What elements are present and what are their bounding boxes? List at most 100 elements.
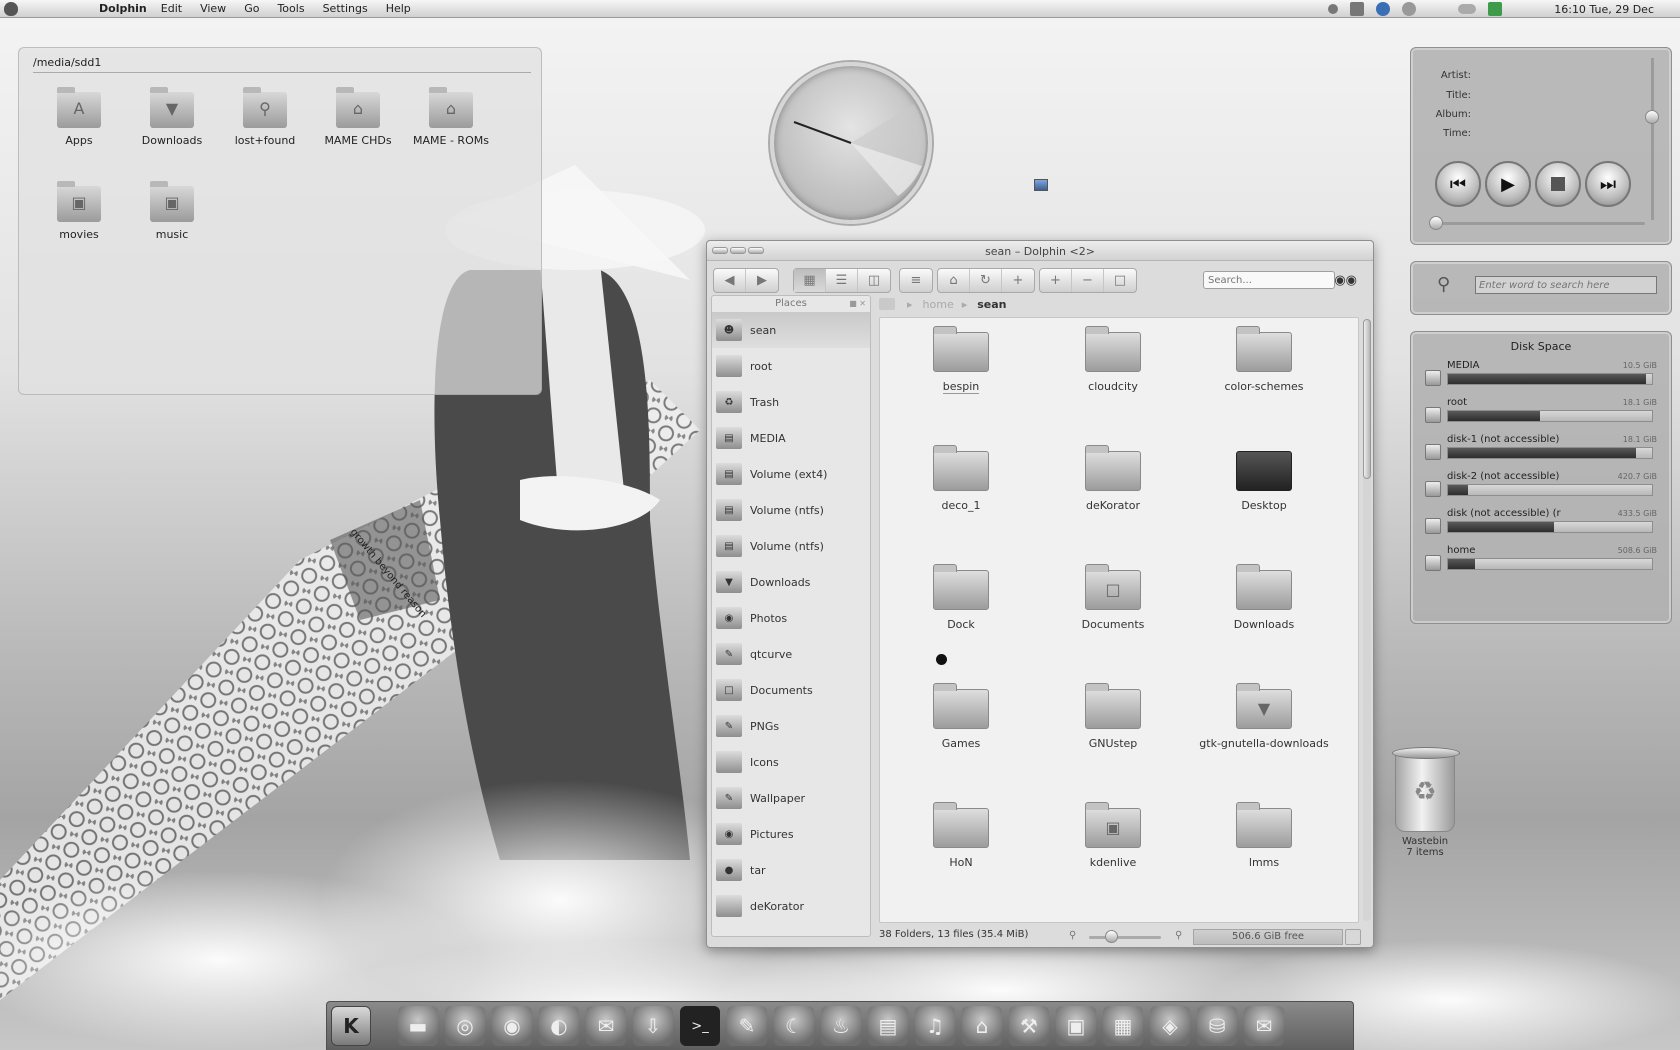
file-item[interactable]: Desktop — [1194, 451, 1334, 512]
volume-slider-handle[interactable] — [1645, 110, 1659, 124]
details-view-button[interactable]: ☰ — [826, 269, 858, 292]
apple-menu-icon[interactable] — [4, 1, 18, 16]
breadcrumb-current[interactable]: sean — [977, 298, 1006, 311]
cloud-icon[interactable] — [1458, 4, 1477, 14]
back-arrow-icon[interactable] — [1328, 4, 1339, 14]
file-item[interactable]: color-schemes — [1194, 326, 1334, 393]
file-item[interactable]: Dock — [891, 564, 1031, 631]
preview-button[interactable]: □ — [1104, 269, 1136, 292]
place-item-wallpaper[interactable]: ✎ Wallpaper — [712, 780, 870, 816]
zoom-out-icon[interactable]: ⚲ — [1069, 930, 1076, 941]
volume-icon[interactable] — [1350, 2, 1365, 16]
icons-view-button[interactable]: ▦ — [794, 269, 826, 292]
disk-row[interactable]: disk-2 (not accessible) 420.7 GiB — [1425, 471, 1657, 499]
volume-slider[interactable] — [1651, 58, 1654, 220]
audio-doc-icon[interactable]: ♫ — [915, 1006, 955, 1046]
file-item[interactable]: deco_1 — [891, 445, 1031, 512]
home-button[interactable]: ⌂ — [938, 269, 970, 292]
folder-item-movies[interactable]: ▣ movies — [36, 181, 122, 241]
play-button[interactable]: ▶ — [1485, 161, 1531, 207]
place-item-media[interactable]: ▤ MEDIA — [712, 420, 870, 456]
stop-button[interactable] — [1535, 161, 1581, 207]
file-item[interactable]: Downloads — [1194, 564, 1334, 631]
folder-item-downloads[interactable]: ▼ Downloads — [129, 87, 215, 147]
place-item-volume-ext4[interactable]: ▤ Volume (ext4) — [712, 456, 870, 492]
file-item[interactable]: bespin — [891, 326, 1031, 394]
back-button[interactable]: ◀ — [714, 269, 746, 292]
disk-row[interactable]: disk-1 (not accessible) 18.1 GiB — [1425, 434, 1657, 462]
file-item[interactable]: deKorator — [1043, 445, 1183, 512]
panel-controls-icon[interactable]: ■ ✕ — [849, 299, 866, 308]
place-item-sean[interactable]: ☻ sean — [712, 312, 870, 348]
terminal-icon[interactable]: >_ — [680, 1006, 720, 1046]
breadcrumb-home[interactable]: home — [923, 298, 954, 311]
menu-help[interactable]: Help — [386, 2, 411, 15]
binoculars-icon[interactable]: ◉◉ — [1334, 273, 1357, 288]
forward-button[interactable]: ▶ — [746, 269, 778, 292]
nvidia-icon[interactable]: ◈ — [1150, 1006, 1190, 1046]
place-item-dekorator[interactable]: deKorator — [712, 888, 870, 924]
folder-item-mame-roms[interactable]: ⌂ MAME - ROMs — [408, 87, 494, 147]
status-end-button[interactable] — [1345, 929, 1361, 945]
network-globe-icon[interactable] — [1376, 2, 1391, 16]
globe-icon[interactable]: ◐ — [539, 1006, 579, 1046]
image-icon[interactable] — [1034, 179, 1048, 191]
place-item-documents[interactable]: □ Documents — [712, 672, 870, 708]
clock-text[interactable]: 16:10 Tue, 29 Dec — [1554, 3, 1654, 16]
columns-view-button[interactable]: ◫ — [858, 269, 890, 292]
folder-item-music[interactable]: ▣ music — [129, 181, 215, 241]
zoom-out-button[interactable]: − — [1072, 269, 1104, 292]
screen-icon[interactable]: ▬ — [398, 1006, 438, 1046]
title-bar[interactable]: sean – Dolphin <2> — [707, 241, 1373, 261]
place-item-pictures[interactable]: ◉ Pictures — [712, 816, 870, 852]
folder-item-lost-found[interactable]: ⚲ lost+found — [222, 87, 308, 147]
place-item-icons[interactable]: Icons — [712, 744, 870, 780]
dictionary-input[interactable] — [1475, 276, 1657, 294]
disk-row[interactable]: MEDIA 10.5 GiB — [1425, 360, 1657, 388]
place-item-photos[interactable]: ◉ Photos — [712, 600, 870, 636]
search-input[interactable] — [1203, 271, 1335, 289]
zoom-in-icon[interactable]: ⚲ — [1175, 930, 1182, 941]
menu-app-name[interactable]: Dolphin — [99, 2, 147, 15]
next-button[interactable]: ⏭ — [1585, 161, 1631, 207]
chrome-icon[interactable]: ◎ — [445, 1006, 485, 1046]
menu-go[interactable]: Go — [244, 2, 259, 15]
place-item-volume-ntfs-2[interactable]: ▤ Volume (ntfs) — [712, 528, 870, 564]
menu-settings[interactable]: Settings — [323, 2, 368, 15]
reload-button[interactable]: ↻ — [970, 269, 1002, 292]
monitor-icon[interactable]: ▣ — [1056, 1006, 1096, 1046]
archive-icon[interactable]: ▤ — [868, 1006, 908, 1046]
file-item[interactable]: □ Documents — [1043, 564, 1183, 631]
place-item-root[interactable]: root — [712, 348, 870, 384]
place-item-pngs[interactable]: ✎ PNGs — [712, 708, 870, 744]
file-item[interactable]: GNUstep — [1043, 683, 1183, 750]
file-item[interactable]: HoN — [891, 802, 1031, 869]
menu-edit[interactable]: Edit — [161, 2, 182, 15]
battery-icon[interactable] — [1488, 2, 1503, 16]
colosseum-icon[interactable]: ⌂ — [962, 1006, 1002, 1046]
place-item-volume-ntfs[interactable]: ▤ Volume (ntfs) — [712, 492, 870, 528]
file-item[interactable]: cloudcity — [1043, 326, 1183, 393]
disk-row[interactable]: home 508.6 GiB — [1425, 545, 1657, 573]
zoom-in-button[interactable]: + — [1040, 269, 1072, 292]
place-item-downloads[interactable]: ▼ Downloads — [712, 564, 870, 600]
download-arrow-icon[interactable]: ⇩ — [633, 1006, 673, 1046]
place-item-trash[interactable]: ♻ Trash — [712, 384, 870, 420]
inkscape-icon[interactable]: ✎ — [727, 1006, 767, 1046]
folder-item-apps[interactable]: A Apps — [36, 87, 122, 147]
kde-icon[interactable]: K — [331, 1006, 371, 1046]
file-item[interactable]: Games — [891, 683, 1031, 750]
breadcrumb-root-icon[interactable] — [879, 298, 895, 310]
photo-icon[interactable]: ▦ — [1103, 1006, 1143, 1046]
menu-view[interactable]: View — [200, 2, 226, 15]
disk-row[interactable]: disk (not accessible) (r 433.5 GiB — [1425, 508, 1657, 536]
disk-row[interactable]: root 18.1 GiB — [1425, 397, 1657, 425]
tools-icon[interactable]: ⚒ — [1009, 1006, 1049, 1046]
envelope-icon[interactable]: ✉ — [1244, 1006, 1284, 1046]
sort-button[interactable]: ≡ — [900, 269, 932, 292]
scrollbar-thumb[interactable] — [1363, 319, 1371, 479]
previous-button[interactable]: ⏮ — [1435, 161, 1481, 207]
seek-slider[interactable] — [1435, 222, 1645, 225]
menu-tools[interactable]: Tools — [277, 2, 304, 15]
firefox-icon[interactable]: ◉ — [492, 1006, 532, 1046]
